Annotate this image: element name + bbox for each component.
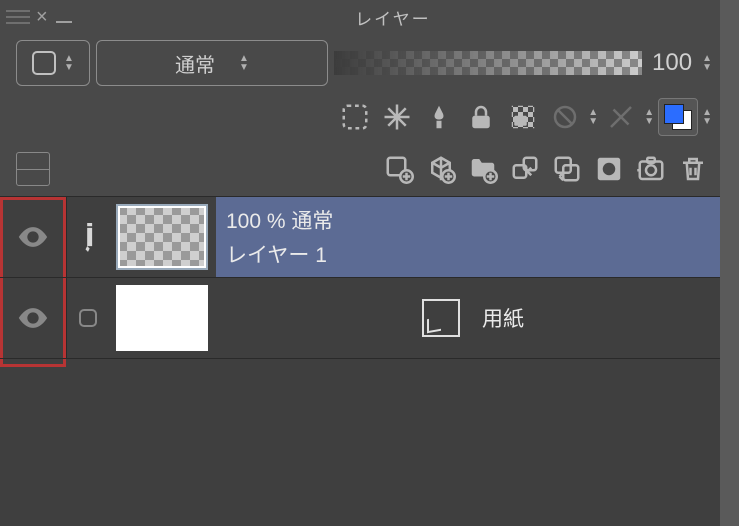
titlebar: × レイヤー [0, 0, 720, 34]
layer-color-button[interactable] [658, 98, 698, 136]
transfer-layer-icon[interactable] [506, 150, 544, 188]
layer-actions-toolbar [0, 142, 720, 196]
add-mask-icon[interactable] [590, 150, 628, 188]
layers-panel: × レイヤー ▲▼ 通常 ▲▼ 100 ▲▼ ▲▼ ▲▼ ▲▼ [0, 0, 720, 526]
layer-options-toolbar: ▲▼ ▲▼ ▲▼ [0, 92, 720, 142]
layer-info[interactable]: 用紙 [216, 278, 720, 358]
layer-row[interactable]: 100 % 通常 レイヤー 1 [0, 197, 720, 278]
opacity-value[interactable]: 100 [648, 49, 696, 77]
visibility-toggle[interactable] [0, 197, 66, 277]
ruler-stepper[interactable]: ▲▼ [644, 108, 654, 126]
layer-name: レイヤー 1 [226, 239, 720, 269]
opacity-slider[interactable] [334, 51, 642, 75]
checkbox-empty-icon [76, 306, 100, 330]
mask-stepper[interactable]: ▲▼ [588, 108, 598, 126]
opacity-stepper[interactable]: ▲▼ [702, 54, 712, 72]
minimize-icon[interactable] [56, 21, 72, 23]
chevron-updown-icon: ▲▼ [239, 54, 249, 72]
apply-mask-icon[interactable] [632, 150, 670, 188]
layer-thumbnail[interactable] [108, 278, 216, 358]
pencil-icon [68, 217, 108, 257]
layer-thumbnail[interactable] [108, 197, 216, 277]
edit-target-toggle[interactable] [66, 197, 108, 277]
stepper-icon[interactable]: ▲▼ [64, 54, 74, 72]
lock-alpha-icon[interactable] [504, 98, 542, 136]
shine-icon[interactable] [378, 98, 416, 136]
panel-title: レイヤー [72, 5, 714, 30]
blend-row: ▲▼ 通常 ▲▼ 100 ▲▼ [0, 34, 720, 92]
eye-icon [16, 220, 50, 254]
layer-info[interactable]: 100 % 通常 レイヤー 1 [216, 197, 720, 277]
layer-list: 100 % 通常 レイヤー 1 用紙 [0, 196, 720, 526]
panel-view-toggle[interactable] [16, 152, 50, 186]
blend-mode-label: 通常 [175, 49, 215, 78]
enable-ruler-icon[interactable] [602, 98, 640, 136]
reference-icon[interactable] [420, 98, 458, 136]
clip-mask-icon[interactable] [336, 98, 374, 136]
layer-row[interactable]: 用紙 [0, 278, 720, 359]
scrollbar-track[interactable] [720, 0, 739, 526]
eye-icon [16, 301, 50, 335]
trash-icon[interactable] [674, 150, 712, 188]
paper-icon [422, 299, 460, 337]
new-folder-icon[interactable] [464, 150, 502, 188]
layer-name: 用紙 [482, 303, 524, 333]
color-stepper[interactable]: ▲▼ [702, 108, 712, 126]
visibility-toggle[interactable] [0, 278, 66, 358]
close-icon[interactable]: × [36, 6, 48, 29]
drag-handle-icon[interactable] [6, 5, 30, 29]
merge-layer-icon[interactable] [548, 150, 586, 188]
disable-mask-icon[interactable] [546, 98, 584, 136]
layer-blend-summary: 100 % 通常 [226, 205, 720, 235]
edit-target-toggle[interactable] [66, 278, 108, 358]
new-3d-layer-icon[interactable] [422, 150, 460, 188]
new-layer-icon[interactable] [380, 150, 418, 188]
lock-icon[interactable] [462, 98, 500, 136]
palette-color-button[interactable]: ▲▼ [16, 40, 90, 86]
blend-mode-select[interactable]: 通常 ▲▼ [96, 40, 328, 86]
